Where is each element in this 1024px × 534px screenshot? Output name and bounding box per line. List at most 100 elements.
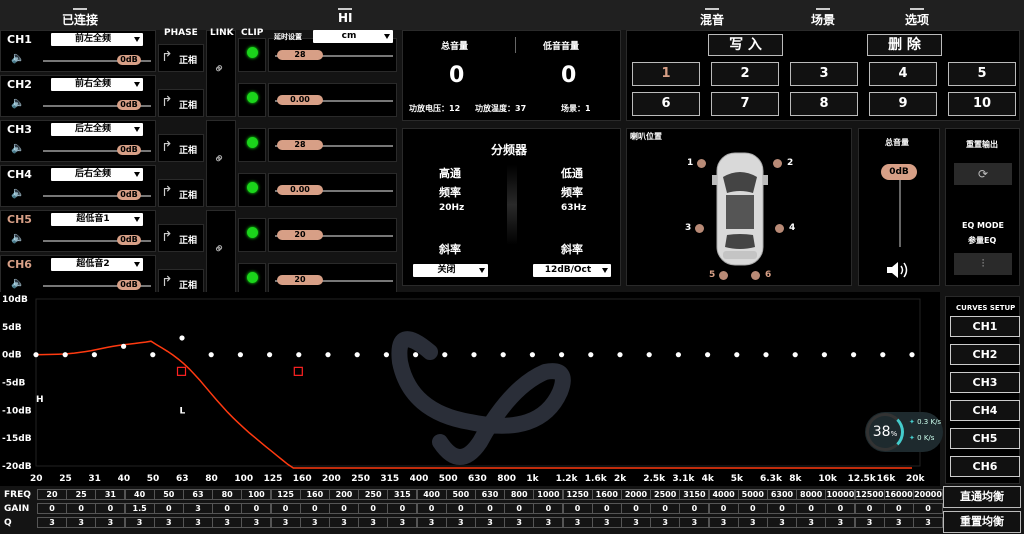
channel-mode-select[interactable]: 超低音2	[51, 258, 143, 271]
preset-button[interactable]: 8	[790, 92, 858, 116]
table-cell[interactable]: 0	[621, 503, 651, 514]
table-cell[interactable]: 0	[708, 503, 739, 514]
gain-slider-knob[interactable]: 0dB	[117, 145, 141, 155]
eq-band-point[interactable]	[646, 352, 652, 358]
table-cell[interactable]: 3	[329, 517, 359, 528]
table-cell[interactable]: 3	[299, 517, 330, 528]
speaker-icon[interactable]: 🔈	[11, 141, 25, 154]
table-cell[interactable]: 0	[270, 503, 301, 514]
table-cell[interactable]: 0	[591, 503, 622, 514]
table-cell[interactable]: 0	[95, 503, 126, 514]
eq-band-point[interactable]	[909, 352, 915, 358]
table-cell[interactable]: 0	[299, 503, 330, 514]
speaker-icon[interactable]: 🔈	[11, 186, 25, 199]
eq-graph[interactable]: 10dB 5dB 0dB -5dB -10dB -15dB -20dB 20 25 31 40 50 6…	[0, 292, 940, 486]
eq-band-point[interactable]	[325, 352, 331, 358]
table-cell[interactable]: 0	[650, 503, 681, 514]
tab-hi[interactable]: HI	[338, 8, 353, 25]
hp-freq-value[interactable]: 20Hz	[439, 203, 464, 213]
preset-button[interactable]: 9	[869, 92, 937, 116]
table-cell[interactable]: 0	[153, 503, 184, 514]
eq-band-point[interactable]	[237, 352, 243, 358]
table-cell[interactable]: 0	[767, 503, 797, 514]
phase-label[interactable]: 正相	[179, 188, 197, 201]
speaker-icon[interactable]: 🔈	[11, 51, 25, 64]
eq-band-point[interactable]	[792, 352, 798, 358]
table-cell[interactable]: 0	[358, 503, 389, 514]
table-cell[interactable]: 3	[883, 517, 914, 528]
eq-band-point[interactable]	[500, 352, 506, 358]
link-chain-icon[interactable]: ⚭	[210, 59, 230, 79]
preset-button[interactable]: 6	[632, 92, 700, 116]
link-chain-icon[interactable]: ⚭	[210, 239, 230, 259]
eq-band-point[interactable]	[763, 352, 769, 358]
table-cell[interactable]: 0	[416, 503, 447, 514]
gain-slider-knob[interactable]: 0dB	[117, 100, 141, 110]
eq-band-point[interactable]	[179, 335, 185, 341]
speaker-position-marker[interactable]	[697, 159, 706, 168]
table-cell[interactable]: 0	[504, 503, 535, 514]
table-cell[interactable]: 0	[796, 503, 827, 514]
eq-band-point[interactable]	[442, 352, 448, 358]
table-cell[interactable]: 0	[825, 503, 856, 514]
gain-slider-knob[interactable]: 0dB	[117, 190, 141, 200]
delay-unit-select[interactable]: cm	[313, 30, 393, 43]
phase-label[interactable]: 正相	[179, 98, 197, 111]
tab-connected[interactable]: 已连接	[62, 8, 98, 28]
eq-band-point[interactable]	[705, 352, 711, 358]
channel-mode-select[interactable]: 超低音1	[51, 213, 143, 226]
phase-flip-icon[interactable]: ↱	[161, 49, 173, 65]
eq-band-point[interactable]	[121, 343, 127, 349]
phase-flip-icon[interactable]: ↱	[161, 94, 173, 110]
lp-freq-value[interactable]: 63Hz	[561, 203, 586, 213]
table-cell[interactable]: 0	[387, 503, 418, 514]
table-cell[interactable]: 0	[445, 503, 476, 514]
preset-button[interactable]: 7	[711, 92, 779, 116]
table-cell[interactable]: 0	[737, 503, 768, 514]
table-cell[interactable]: 3	[591, 517, 622, 528]
eq-band-point[interactable]	[675, 352, 682, 358]
table-cell[interactable]: 3	[621, 517, 651, 528]
channel-mode-select[interactable]: 前右全频	[51, 78, 143, 91]
eq-band-point[interactable]	[296, 352, 302, 358]
eq-band-point[interactable]	[529, 352, 536, 358]
phase-label[interactable]: 正相	[179, 233, 197, 246]
phase-flip-icon[interactable]: ↱	[161, 139, 173, 155]
table-cell[interactable]: 3	[183, 517, 213, 528]
bypass-eq-button[interactable]: 直通均衡	[943, 486, 1021, 508]
speaker-position-marker[interactable]	[773, 159, 782, 168]
preset-button[interactable]: 5	[948, 62, 1016, 86]
table-cell[interactable]: 0	[913, 503, 943, 514]
table-cell[interactable]: 0	[883, 503, 914, 514]
table-cell[interactable]: 0	[533, 503, 564, 514]
eq-mode-button[interactable]: ⫶	[954, 253, 1012, 275]
table-cell[interactable]: 3	[124, 517, 155, 528]
delay-slider-knob[interactable]: 28	[277, 50, 323, 60]
table-cell[interactable]: 0	[562, 503, 593, 514]
preset-button[interactable]: 4	[869, 62, 937, 86]
table-cell[interactable]: 0	[241, 503, 272, 514]
table-cell[interactable]: 3	[562, 517, 593, 528]
preset-button[interactable]: 2	[711, 62, 779, 86]
phase-flip-icon[interactable]: ↱	[161, 229, 173, 245]
gain-slider-knob[interactable]: 0dB	[117, 280, 141, 290]
table-cell[interactable]: 3	[708, 517, 739, 528]
curve-channel-button[interactable]: CH3	[950, 372, 1020, 393]
curve-channel-button[interactable]: CH5	[950, 428, 1020, 449]
eq-band-point[interactable]	[33, 352, 39, 358]
eq-band-point[interactable]	[880, 352, 886, 358]
preset-button[interactable]: 1	[632, 62, 700, 86]
table-cell[interactable]: 3	[270, 517, 301, 528]
speaker-position-marker[interactable]	[695, 224, 704, 233]
phase-label[interactable]: 正相	[179, 278, 197, 291]
curve-channel-button[interactable]: CH2	[950, 344, 1020, 365]
eq-band-point[interactable]	[62, 352, 68, 358]
hp-slope-select[interactable]: 关闭	[413, 264, 488, 277]
table-cell[interactable]: 3	[533, 517, 564, 528]
delay-slider-knob[interactable]: 20	[277, 230, 323, 240]
eq-band-point[interactable]	[588, 352, 594, 358]
eq-band-point[interactable]	[471, 352, 477, 358]
eq-band-point[interactable]	[734, 352, 740, 358]
preset-button[interactable]: 10	[948, 92, 1016, 116]
eq-band-point[interactable]	[354, 352, 360, 358]
